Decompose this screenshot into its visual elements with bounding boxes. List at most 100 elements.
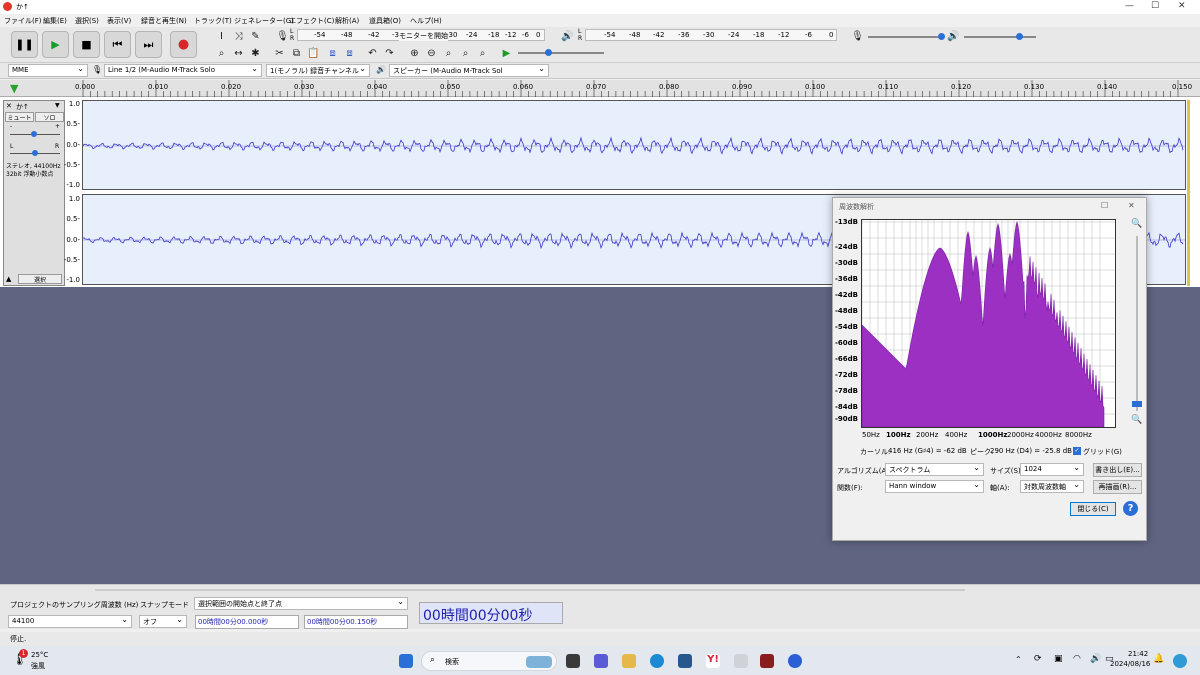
- yahoo-icon[interactable]: Y!: [706, 654, 720, 668]
- wifi-icon[interactable]: ◠: [1073, 654, 1081, 664]
- cut-icon[interactable]: ✂: [272, 46, 287, 61]
- edge-icon[interactable]: [650, 654, 664, 668]
- tray-chevron-icon[interactable]: ⌃: [1015, 655, 1022, 664]
- close-dialog-button[interactable]: 閉じる(C): [1070, 502, 1116, 516]
- pan-slider[interactable]: [10, 150, 60, 156]
- algorithm-select[interactable]: スペクトラム: [885, 463, 984, 476]
- size-select[interactable]: 1024: [1020, 463, 1084, 476]
- help-button[interactable]: ?: [1123, 501, 1138, 516]
- play-speed-thumb[interactable]: [545, 49, 552, 56]
- weather-text[interactable]: 強風: [31, 661, 45, 671]
- audio-position-display[interactable]: 00時間00分00秒: [419, 602, 563, 624]
- selection-start-time[interactable]: 00時間00分00.000秒: [195, 615, 299, 629]
- input-device-select[interactable]: Line 1/2 (M-Audio M-Track Solo: [104, 64, 262, 77]
- skip-start-button[interactable]: ⏮: [104, 31, 131, 58]
- mute-button[interactable]: ミュート: [5, 112, 34, 122]
- track-select-button[interactable]: 選択: [18, 274, 62, 284]
- recording-meter[interactable]: -54 -48 -42 -36 モニターを開始 -30 -24 -18 -12 …: [297, 29, 545, 41]
- copilot-icon[interactable]: [1173, 654, 1187, 668]
- output-volume-thumb[interactable]: [1016, 33, 1023, 40]
- volume-icon[interactable]: 🔊: [1090, 654, 1101, 664]
- audacity-taskbar-icon[interactable]: [788, 654, 802, 668]
- menu-select[interactable]: 選択(S): [75, 16, 99, 26]
- dialog-close-button[interactable]: ✕: [1128, 201, 1135, 210]
- project-rate-select[interactable]: 44100: [8, 615, 132, 628]
- clock-date[interactable]: 2024/08/16: [1110, 660, 1150, 668]
- timeline-ruler[interactable]: ▼ 0.000 0.010 0.020 0.030 0.040 0.050 0.…: [0, 80, 1200, 97]
- track-menu-arrow-icon[interactable]: ▼: [55, 102, 60, 109]
- microphone-icon[interactable]: 🎙: [275, 29, 290, 44]
- dialog-maximize-button[interactable]: ☐: [1101, 201, 1108, 210]
- chat-icon[interactable]: [594, 654, 608, 668]
- recorder-app-icon[interactable]: [760, 654, 774, 668]
- track-control-panel[interactable]: ✕ か↑ ▼ ミュート ソロ - + L R ステレオ, 44100Hz 32b…: [3, 100, 65, 286]
- app-icon-generic[interactable]: [734, 654, 748, 668]
- envelope-tool-icon[interactable]: ⤨: [231, 29, 246, 44]
- output-volume-slider[interactable]: [964, 33, 1036, 40]
- selection-tool-icon[interactable]: I: [214, 29, 229, 44]
- solo-button[interactable]: ソロ: [35, 112, 64, 122]
- monitor-label[interactable]: モニターを開始: [399, 31, 448, 41]
- play-button[interactable]: ▶: [42, 31, 69, 58]
- record-button[interactable]: ●: [170, 31, 197, 58]
- zoom-in-icon[interactable]: ⊕: [407, 46, 422, 61]
- track-close-icon[interactable]: ✕: [6, 102, 12, 110]
- input-volume-thumb[interactable]: [938, 33, 945, 40]
- clock-time[interactable]: 21:42: [1128, 650, 1148, 658]
- play-at-speed-icon[interactable]: ▶: [499, 46, 514, 61]
- file-explorer-icon[interactable]: [622, 654, 636, 668]
- store-icon[interactable]: [678, 654, 692, 668]
- menu-help[interactable]: ヘルプ(H): [410, 16, 442, 26]
- vertical-zoom-thumb[interactable]: [1132, 401, 1142, 407]
- spectrum-plot[interactable]: -13dB -24dB -30dB -36dB -42dB -48dB -54d…: [835, 218, 1116, 439]
- audio-host-select[interactable]: MME: [8, 64, 88, 77]
- menu-tracks[interactable]: トラック(T): [194, 16, 232, 26]
- timeshift-tool-icon[interactable]: ↔: [231, 46, 246, 61]
- function-select[interactable]: Hann window: [885, 480, 984, 493]
- silence-icon[interactable]: ⧈: [342, 46, 357, 61]
- close-button[interactable]: ✕: [1178, 1, 1186, 11]
- output-device-select[interactable]: スピーカー (M-Audio M-Track Sol: [389, 64, 549, 77]
- channels-select[interactable]: 1(モノラル) 録音チャンネル: [266, 64, 370, 77]
- zoom-out-icon[interactable]: ⊖: [424, 46, 439, 61]
- selection-end-time[interactable]: 00時間00分00.150秒: [304, 615, 408, 629]
- start-icon[interactable]: [399, 654, 413, 668]
- trim-icon[interactable]: ⧈: [325, 46, 340, 61]
- taskbar-search[interactable]: ⌕ 検索: [421, 651, 557, 671]
- notification-bell-icon[interactable]: 🔔: [1153, 654, 1164, 664]
- tray-sync-icon[interactable]: ⟳: [1034, 654, 1042, 664]
- stop-button[interactable]: ■: [73, 31, 100, 58]
- vertical-zoom-slider[interactable]: [1132, 236, 1142, 411]
- fit-selection-icon[interactable]: ⌕: [441, 46, 456, 61]
- export-button[interactable]: 書き出し(E)...: [1093, 463, 1142, 477]
- fit-project-icon[interactable]: ⌕: [458, 46, 473, 61]
- zoom-toggle-icon[interactable]: ⌕: [475, 46, 490, 61]
- menu-file[interactable]: ファイル(F): [4, 16, 42, 26]
- track-name[interactable]: か↑: [16, 102, 29, 112]
- skip-end-button[interactable]: ⏭: [135, 31, 162, 58]
- pause-button[interactable]: ❚❚: [11, 31, 38, 58]
- menu-effect[interactable]: エフェクト(C): [289, 16, 334, 26]
- waveform-left-channel[interactable]: [82, 100, 1186, 190]
- redo-icon[interactable]: ↷: [382, 46, 397, 61]
- menu-generate[interactable]: ジェネレーター(G): [234, 16, 294, 26]
- undo-icon[interactable]: ↶: [365, 46, 380, 61]
- menu-edit[interactable]: 編集(E): [43, 16, 67, 26]
- play-speed-slider[interactable]: [518, 49, 604, 56]
- zoom-out-vertical-icon[interactable]: 🔍: [1131, 415, 1142, 425]
- paste-icon[interactable]: 📋: [306, 46, 321, 61]
- selection-range-select[interactable]: 選択範囲の開始点と終了点: [194, 597, 408, 610]
- pan-thumb[interactable]: [32, 150, 38, 156]
- tray-app-icon[interactable]: ▣: [1054, 654, 1063, 664]
- replot-button[interactable]: 再描画(R)...: [1093, 480, 1142, 494]
- menu-tools[interactable]: 道具箱(O): [369, 16, 401, 26]
- maximize-button[interactable]: ☐: [1151, 1, 1159, 11]
- grid-checkbox[interactable]: ✓: [1073, 447, 1081, 455]
- input-volume-slider[interactable]: [868, 33, 945, 40]
- menu-analyze[interactable]: 解析(A): [335, 16, 359, 26]
- zoom-tool-icon[interactable]: ⌕: [214, 46, 229, 61]
- gain-slider[interactable]: [10, 131, 60, 137]
- gain-thumb[interactable]: [31, 131, 37, 137]
- menu-view[interactable]: 表示(V): [107, 16, 131, 26]
- copy-icon[interactable]: ⧉: [289, 46, 304, 61]
